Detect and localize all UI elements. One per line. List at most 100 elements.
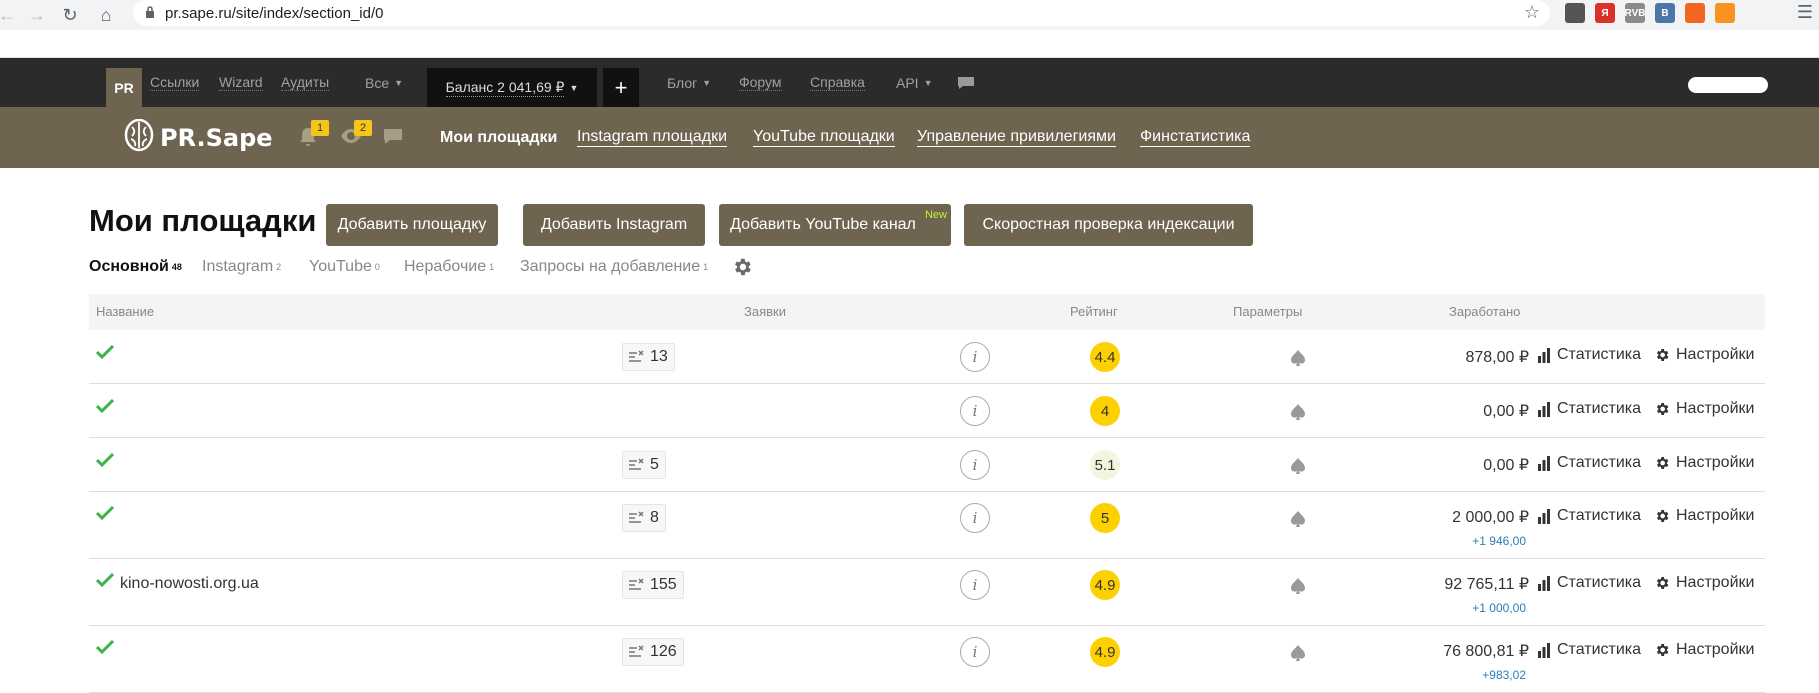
subtab-1[interactable]: Instagram 2 <box>202 256 281 278</box>
requests-counter[interactable]: 13 <box>622 343 675 371</box>
caret-down-icon: ▼ <box>923 77 933 88</box>
back-icon[interactable]: ← <box>0 0 22 30</box>
info-icon[interactable]: i <box>960 503 990 533</box>
requests-counter[interactable]: 5 <box>622 451 666 479</box>
requests-counter[interactable]: 126 <box>622 638 684 666</box>
requests-counter[interactable]: 155 <box>622 571 684 599</box>
subtab-4[interactable]: Запросы на добавление 1 <box>520 256 708 278</box>
spade-icon[interactable] <box>1289 349 1307 367</box>
statistics-label: Статистика <box>1557 346 1642 363</box>
nav-my-sites[interactable]: Мои площадки <box>440 107 557 168</box>
add-instagram-button[interactable]: Добавить Instagram <box>523 204 705 246</box>
subtab-3[interactable]: Нерабочие 1 <box>404 256 494 278</box>
balance-dropdown[interactable]: Баланс 2 041,69 ₽ ▼ <box>427 68 597 107</box>
spade-icon[interactable] <box>1289 644 1307 662</box>
star-icon[interactable]: ☆ <box>1524 2 1540 23</box>
nav-finstat[interactable]: Финстатистика <box>1140 107 1251 168</box>
extension-icons: Я RVB В <box>1565 3 1735 23</box>
settings-label: Настройки <box>1676 400 1755 417</box>
home-icon[interactable]: ⌂ <box>91 0 121 30</box>
link-links[interactable]: Ссылки <box>150 58 200 107</box>
bar-chart-icon <box>1538 576 1550 591</box>
forward-icon[interactable]: → <box>22 0 52 30</box>
statistics-link[interactable]: Статистика <box>1537 346 1641 364</box>
ext-1-extension-icon[interactable] <box>1565 3 1585 23</box>
add-site-button[interactable]: Добавить площадку <box>326 204 498 246</box>
gear-icon <box>1656 457 1669 469</box>
gear-icon[interactable] <box>731 256 753 278</box>
caret-down-icon: ▼ <box>394 77 404 88</box>
settings-label: Настройки <box>1676 641 1755 658</box>
rss-extension-icon[interactable] <box>1685 3 1705 23</box>
subtab-label: Instagram <box>202 258 274 275</box>
settings-link[interactable]: Настройки <box>1654 346 1754 364</box>
yandex-extension-icon[interactable]: Я <box>1595 3 1615 23</box>
vk-extension-icon[interactable]: В <box>1655 3 1675 23</box>
col-requests: Заявки <box>744 304 786 319</box>
spade-icon[interactable] <box>1289 457 1307 475</box>
info-icon[interactable]: i <box>960 570 990 600</box>
chat-icon[interactable] <box>382 125 404 147</box>
add-youtube-button[interactable]: Добавить YouTube канал New <box>719 204 951 246</box>
rating-badge: 4.9 <box>1090 570 1120 600</box>
spade-icon[interactable] <box>1289 510 1307 528</box>
col-name: Название <box>96 304 155 319</box>
table-row: kino-nowosti.org.ua 155 i 4.9 92 765,11 … <box>89 559 1765 626</box>
statistics-link[interactable]: Статистика <box>1537 574 1641 592</box>
info-icon[interactable]: i <box>960 342 990 372</box>
statistics-link[interactable]: Статистика <box>1537 454 1641 472</box>
col-earned: Заработано <box>1449 304 1521 319</box>
info-icon[interactable]: i <box>960 637 990 667</box>
nav-youtube-sites[interactable]: YouTube площадки <box>753 107 895 168</box>
subtab-0[interactable]: Основной 48 <box>89 256 182 278</box>
rvb-extension-icon[interactable]: RVB <box>1625 3 1645 23</box>
settings-link[interactable]: Настройки <box>1654 400 1754 418</box>
page-title: Мои площадки <box>89 203 317 238</box>
dropdown-all[interactable]: Все ▼ <box>365 58 403 107</box>
subtab-2[interactable]: YouTube 0 <box>309 256 380 278</box>
statistics-link[interactable]: Статистика <box>1537 641 1641 659</box>
site-name[interactable]: kino-nowosti.org.ua <box>120 575 259 593</box>
settings-link[interactable]: Настройки <box>1654 574 1754 592</box>
dropdown-api[interactable]: API ▼ <box>896 58 933 107</box>
check-icon <box>96 345 114 359</box>
chat-icon[interactable] <box>957 76 975 90</box>
earned-delta: +983,02 <box>1482 668 1526 682</box>
nav-instagram-sites[interactable]: Instagram площадки <box>577 107 727 168</box>
link-help[interactable]: Справка <box>810 58 865 107</box>
tab-pr[interactable]: PR <box>106 68 142 107</box>
gear-icon <box>1656 403 1669 415</box>
earned-amount: 2 000,00 ₽ <box>1452 509 1529 526</box>
statistics-link[interactable]: Статистика <box>1537 507 1641 525</box>
top-service-bar: PR Ссылки Wizard Аудиты Все ▼ Баланс 2 04… <box>0 58 1819 107</box>
link-audits[interactable]: Аудиты <box>281 58 330 107</box>
link-wizard[interactable]: Wizard <box>219 58 263 107</box>
settings-link[interactable]: Настройки <box>1654 507 1754 525</box>
statistics-label: Статистика <box>1557 574 1642 591</box>
table-row: 126 i 4.9 76 800,81 ₽ +983,02 Статистика… <box>89 626 1765 693</box>
main-header: PR.Sape 1 2 Мои площадки Instagram площа… <box>0 107 1819 168</box>
user-menu[interactable] <box>1688 77 1768 93</box>
reload-icon[interactable]: ↻ <box>55 0 85 30</box>
menu-icon[interactable]: ☰ <box>1797 2 1813 23</box>
ok-extension-icon[interactable] <box>1715 3 1735 23</box>
info-icon[interactable]: i <box>960 450 990 480</box>
bar-chart-icon <box>1538 509 1550 524</box>
link-forum[interactable]: Форум <box>739 58 782 107</box>
info-icon[interactable]: i <box>960 396 990 426</box>
spade-icon[interactable] <box>1289 403 1307 421</box>
nav-privileges[interactable]: Управление привилегиями <box>917 107 1116 168</box>
settings-link[interactable]: Настройки <box>1654 454 1754 472</box>
index-check-button[interactable]: Скоростная проверка индексации <box>964 204 1253 246</box>
statistics-link[interactable]: Статистика <box>1537 400 1641 418</box>
settings-link[interactable]: Настройки <box>1654 641 1754 659</box>
logo[interactable]: PR.Sape <box>124 119 273 157</box>
subtab-label: Запросы на добавление <box>520 258 701 275</box>
dropdown-blog[interactable]: Блог ▼ <box>667 58 711 107</box>
requests-counter[interactable]: 8 <box>622 504 666 532</box>
bar-chart-icon <box>1538 643 1550 658</box>
add-funds-button[interactable]: + <box>603 68 639 107</box>
rating-badge: 5 <box>1090 503 1120 533</box>
spade-icon[interactable] <box>1289 577 1307 595</box>
address-bar[interactable]: pr.sape.ru/site/index/section_id/0 ☆ <box>133 0 1550 26</box>
